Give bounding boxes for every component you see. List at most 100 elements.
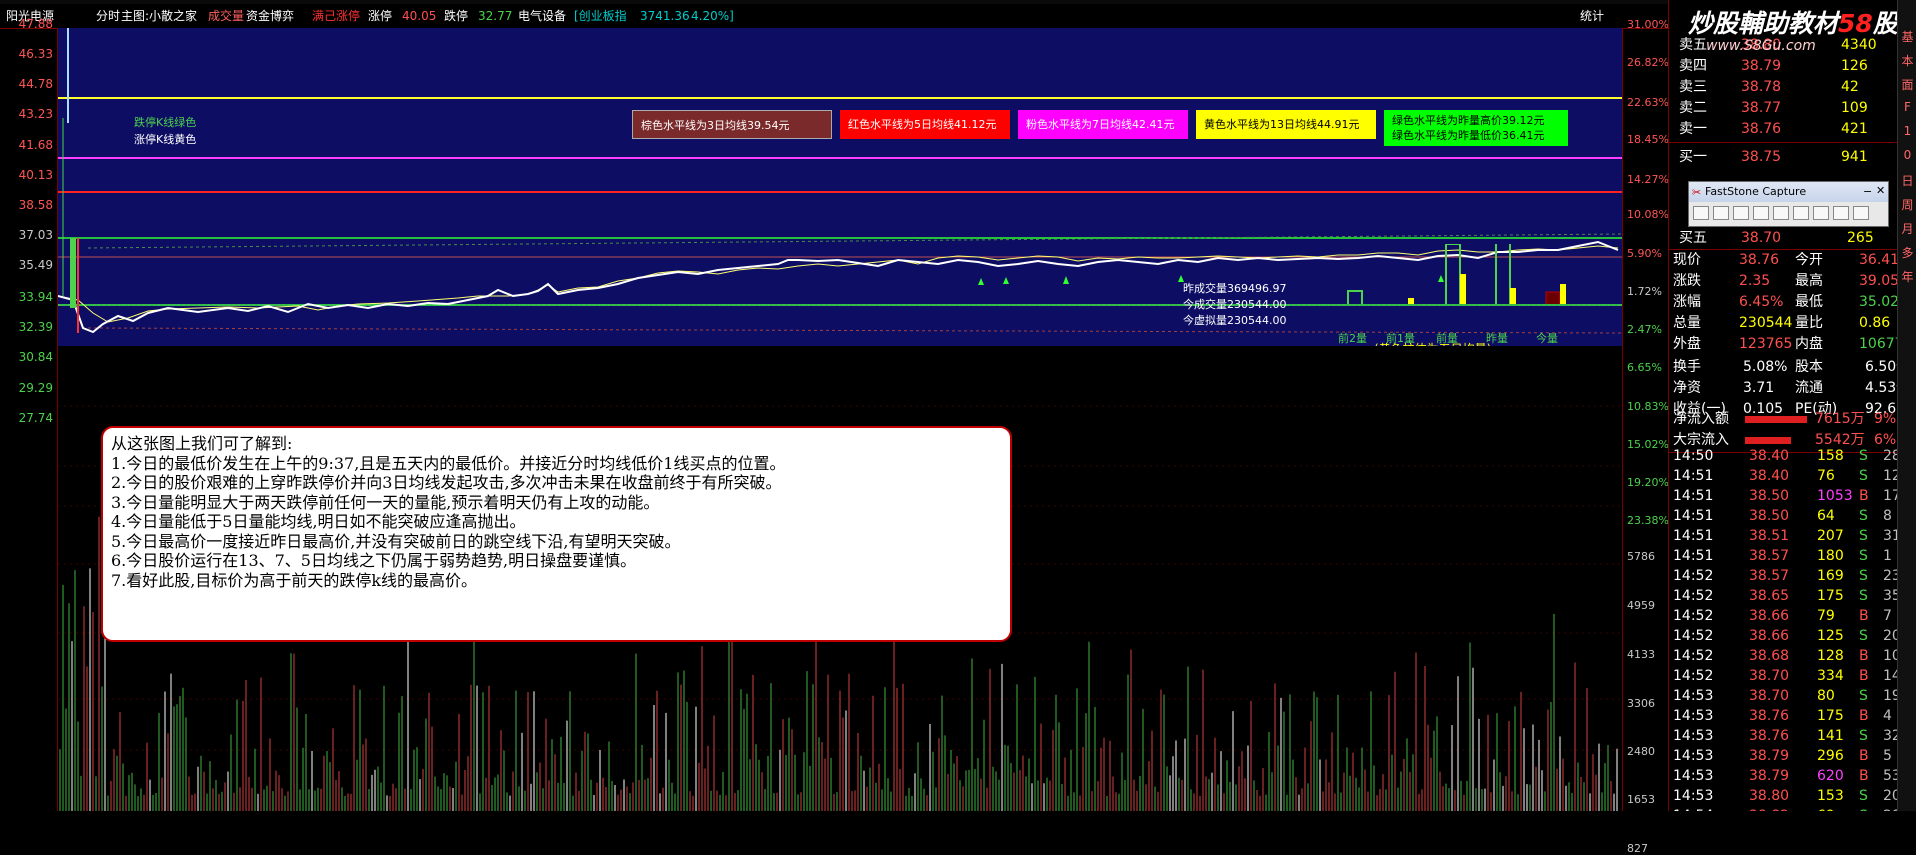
- capture-video-icon[interactable]: [1833, 206, 1849, 220]
- tick-row: 14:53 38.80 153 S 20: [1673, 788, 1901, 804]
- warning-text: 满己涨停: [312, 9, 361, 23]
- close-icon[interactable]: ✕: [1876, 184, 1885, 197]
- limit-up-label: 涨停: [368, 9, 393, 23]
- vertical-tab-char[interactable]: 1: [1900, 124, 1915, 138]
- capture-rect-icon[interactable]: [1733, 206, 1749, 220]
- note-line-7: 7.看好此股,目标价为高于前天的跌停k线的最高价。: [111, 570, 478, 590]
- right-axis: 31.00% 26.82% 22.63% 18.45% 14.27% 10.08% 5.90…: [1622, 18, 1669, 855]
- quote-row: 涨幅 6.45% 最低 35.02: [1673, 294, 1900, 310]
- avg-bar-today: [1560, 284, 1566, 304]
- legend-limit-down: 跌停K线绿色: [134, 116, 197, 129]
- avg-bar-prev: [1460, 274, 1466, 304]
- vertical-tab-char[interactable]: 基: [1900, 28, 1915, 45]
- tick-row: 14:51 38.50 64 S 8: [1673, 508, 1892, 524]
- vol-bar-prev: [1445, 244, 1461, 304]
- vertical-tab-char[interactable]: 周: [1900, 196, 1915, 213]
- capture-object-icon[interactable]: [1713, 206, 1729, 220]
- limit-down-label: 跌停: [444, 9, 469, 23]
- capture-fixed-icon[interactable]: [1813, 206, 1829, 220]
- virtual-volume-text: 今虚拟量230544.00: [1183, 314, 1287, 327]
- right-axis-label: 22.63%: [1627, 96, 1669, 109]
- right-axis-label: 18.45%: [1627, 133, 1669, 146]
- capture-output-icon[interactable]: [1853, 206, 1869, 220]
- today-volume-text: 今成交量230544.00: [1183, 298, 1287, 311]
- tick-row: 14:52 38.66 79 B 7: [1673, 608, 1892, 624]
- left-axis-label: 27.74: [18, 411, 53, 425]
- ask-row-4: 卖四 38.79 126: [1679, 58, 1868, 74]
- tick-row: 14:5438.8269S28: [1669, 807, 1916, 811]
- left-axis-label: 38.58: [18, 198, 53, 212]
- stats-button[interactable]: 统计: [1580, 4, 1604, 28]
- right-axis-label: 10.08%: [1627, 208, 1669, 221]
- bid-row-5: 买五 38.70 265: [1679, 230, 1874, 246]
- ma13-label: 黄色水平线为13日均线44.91元: [1196, 110, 1376, 139]
- bar-label-prev2: 前2量: [1338, 332, 1367, 345]
- avg-bar-prev1: [1408, 298, 1414, 304]
- note-line-4: 4.今日量能低于5日量能均线,明日如不能突破应逢高抛出。: [111, 512, 526, 531]
- fundamental-row: 换手 5.08% 股本 6.50亿: [1673, 359, 1911, 375]
- capture-freehand-icon[interactable]: [1753, 206, 1769, 220]
- vertical-tab-char[interactable]: 0: [1900, 148, 1915, 162]
- note-line-6: 6.今日股价运行在13、7、5日均线之下仍属于弱势趋势,明日操盘要谨慎。: [111, 551, 637, 570]
- capture-fullscreen-icon[interactable]: [1773, 206, 1789, 220]
- right-axis-label: 10.83%: [1627, 400, 1669, 413]
- capture-toolbar: [1689, 202, 1888, 226]
- ma5-label: 红色水平线为5日均线41.12元: [840, 110, 1010, 139]
- money-flow-bar: [1745, 437, 1791, 444]
- right-axis-label: 827: [1627, 842, 1648, 855]
- index-name: [创业板指: [574, 9, 627, 23]
- right-axis-label: 5786: [1627, 550, 1655, 563]
- tick-row: 14:53 38.76 175 B 4: [1673, 708, 1892, 724]
- five-day-volume-bars: [1347, 244, 1566, 304]
- legend-limit-up: 涨停K线黄色: [134, 133, 197, 146]
- faststone-capture-window[interactable]: FastStone Capture ✂ − ✕: [1688, 181, 1889, 227]
- ma7-label: 粉色水平线为7日均线42.41元: [1018, 110, 1188, 139]
- fundamental-row: 净资 3.71 流通 4.53亿: [1673, 380, 1911, 396]
- price-panel[interactable]: 跌停K线绿色 涨停K线黄色 棕色水平线为3日均线39.54元 红色水平线为5日均…: [58, 28, 1622, 346]
- tick-row: 14:53 38.76 141 S 32: [1673, 728, 1901, 744]
- minimize-icon[interactable]: −: [1863, 185, 1872, 198]
- tick-row: 14:50 38.40 158 S 28: [1673, 448, 1901, 464]
- prev-high-text: 绿色水平线为昨量高价39.12元: [1392, 114, 1545, 127]
- menu-fund-game[interactable]: 资金博弈: [246, 4, 294, 28]
- tick-row: 14:52 38.66 125 S 20: [1673, 628, 1901, 644]
- left-axis-label: 44.78: [18, 77, 53, 91]
- limit-down-value: 32.77: [478, 9, 513, 23]
- avg-bar-yesterday: [1510, 288, 1516, 304]
- tick-row: 14:52 38.65 175 S 35: [1673, 588, 1901, 604]
- left-axis-label: 37.03: [18, 228, 53, 242]
- capture-scroll-icon[interactable]: [1793, 206, 1809, 220]
- faststone-title: FastStone Capture: [1689, 182, 1888, 202]
- left-axis-label: 43.23: [18, 107, 53, 121]
- vertical-tab-char[interactable]: 月: [1900, 220, 1915, 237]
- faststone-logo-icon: ✂: [1692, 186, 1702, 199]
- tick-row: 14:51 38.51 207 S 31: [1673, 528, 1901, 544]
- capture-window-icon[interactable]: [1693, 206, 1709, 220]
- limit-up-value: 40.05: [402, 9, 437, 23]
- vertical-tab-char[interactable]: 日: [1900, 172, 1915, 189]
- vertical-tab-char[interactable]: F: [1900, 100, 1915, 114]
- menu-volume[interactable]: 成交量: [208, 4, 244, 28]
- menu-intraday[interactable]: 分时: [96, 4, 120, 28]
- right-axis-label: 15.02%: [1627, 438, 1669, 451]
- chart-area[interactable]: 跌停K线绿色 涨停K线黄色 棕色水平线为3日均线39.54元 红色水平线为5日均…: [58, 28, 1622, 811]
- tick-row: 14:53 38.70 80 S 19: [1673, 688, 1901, 704]
- note-line-5: 5.今日最高价一度接近昨日最高价,并没有突破前日的跳空线下沿,有望明天突破。: [111, 531, 681, 551]
- right-axis-label: 31.00%: [1627, 18, 1669, 31]
- vertical-tab-char[interactable]: 多: [1900, 244, 1915, 261]
- left-axis-label: 46.33: [18, 47, 53, 61]
- vertical-tab-char[interactable]: 本: [1900, 52, 1915, 69]
- vertical-tab-char[interactable]: 年: [1900, 268, 1915, 285]
- tick-row: 14:52 38.70 334 B 14: [1673, 668, 1901, 684]
- right-axis-label: 1.72%: [1627, 285, 1662, 298]
- watermark-domain: www.S8Gu.com: [1706, 38, 1816, 54]
- quote-row: 现价 38.76 今开 36.41: [1673, 252, 1900, 268]
- index-change: 4.20%]: [691, 9, 734, 23]
- quote-row: 涨跌 2.35 最高 39.05: [1673, 273, 1900, 289]
- watermark: 炒股輔助教材58股网: [1688, 9, 1916, 38]
- bid-row-1: 买一 38.75 941: [1679, 149, 1868, 165]
- analysis-notes: 从这张图上我们可了解到: 1.今日的最低价发生在上午的9:37,且是五天内的最低…: [101, 426, 1012, 642]
- vertical-tab-bar: 基本面F 1 0 日周月多年: [1897, 0, 1916, 811]
- vertical-tab-char[interactable]: 面: [1900, 76, 1915, 93]
- menu-main-chart[interactable]: 主图:小散之家: [121, 4, 197, 28]
